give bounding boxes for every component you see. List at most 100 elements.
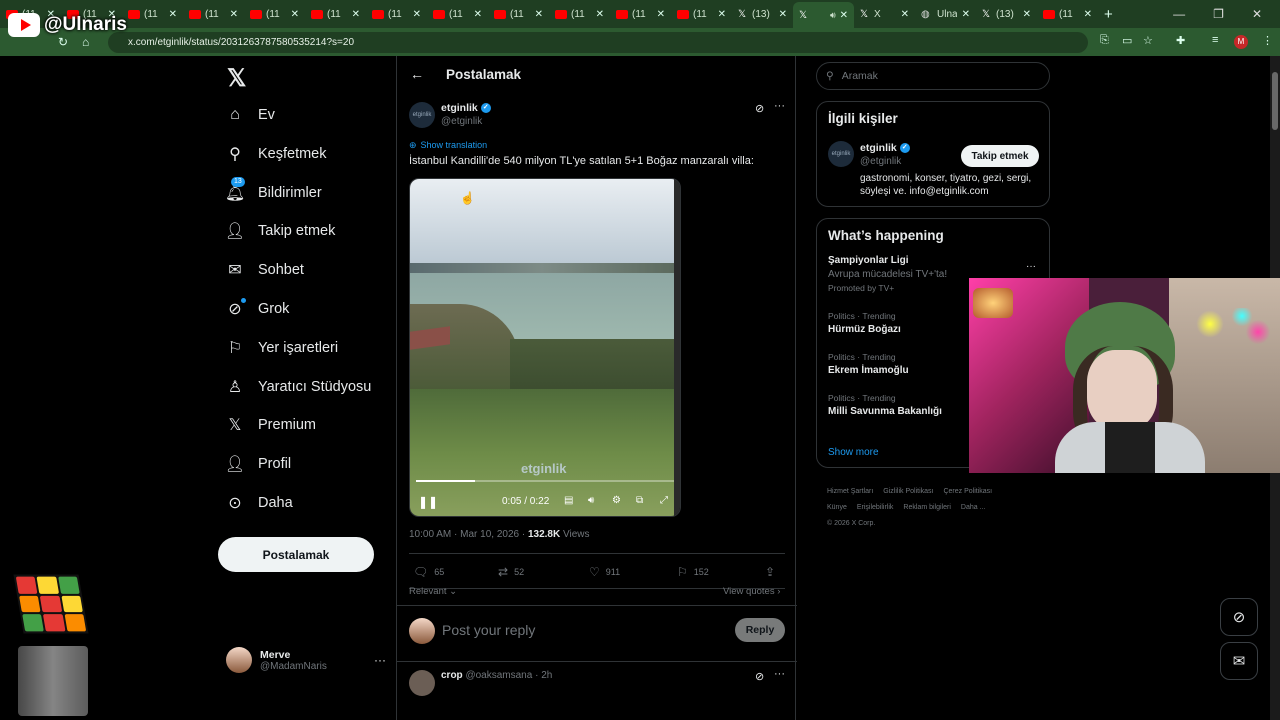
repost-action[interactable]: ⇄ 52 bbox=[498, 565, 524, 579]
browser-tab[interactable]: 𝕏 (13) ✕ bbox=[732, 3, 793, 25]
close-tab-icon[interactable]: ✕ bbox=[779, 9, 787, 20]
back-arrow-icon[interactable]: ← bbox=[410, 66, 424, 82]
close-tab-icon[interactable]: ✕ bbox=[230, 9, 238, 20]
x-logo-icon[interactable]: 𝕏 bbox=[227, 64, 246, 93]
footer-link[interactable]: Daha ... bbox=[961, 504, 986, 511]
close-tab-icon[interactable]: ✕ bbox=[352, 9, 360, 20]
share-action[interactable]: ⇪ bbox=[765, 565, 775, 579]
related-handle[interactable]: @etginlik bbox=[860, 156, 901, 167]
picture-in-picture-icon[interactable]: ⧉ bbox=[636, 495, 643, 506]
captions-icon[interactable]: ▤ bbox=[564, 495, 573, 506]
browser-tab[interactable]: (11 ✕ bbox=[488, 3, 549, 25]
tab-audio-icon[interactable]: 🔊︎ bbox=[830, 10, 836, 21]
new-tab-icon[interactable]: + bbox=[1104, 6, 1113, 23]
nav-item-x[interactable]: 𝕏 Premium bbox=[226, 411, 316, 439]
view-quotes-link[interactable]: View quotes › bbox=[723, 586, 780, 597]
more-options-icon[interactable]: ··· bbox=[774, 100, 785, 112]
minimize-icon[interactable]: — bbox=[1173, 7, 1185, 21]
browser-tab[interactable]: (11 ✕ bbox=[427, 3, 488, 25]
account-switcher[interactable]: Merve @MadamNaris ··· bbox=[226, 642, 386, 678]
author-avatar[interactable]: etginlik bbox=[409, 102, 435, 128]
nav-item-studio[interactable]: ♙ Yaratıcı Stüdyosu bbox=[226, 373, 372, 401]
url-field[interactable]: x.com/etginlik/status/203126378758053521… bbox=[108, 32, 1088, 53]
footer-link[interactable]: © 2026 X Corp. bbox=[827, 520, 875, 527]
related-avatar[interactable]: etginlik bbox=[828, 141, 854, 167]
footer-link[interactable]: Künye bbox=[827, 504, 847, 511]
trend-item[interactable]: Şampiyonlar Ligi bbox=[828, 255, 909, 266]
browser-tab[interactable]: (11 ✕ bbox=[122, 3, 183, 25]
post-timestamp[interactable]: 10:00 AM · Mar 10, 2026 · bbox=[409, 529, 528, 540]
more-options-icon[interactable]: ··· bbox=[1026, 261, 1036, 272]
reply-input[interactable]: Post your reply bbox=[442, 622, 535, 638]
author-handle[interactable]: @etginlik bbox=[441, 116, 482, 127]
messages-float-button[interactable]: ✉ bbox=[1220, 642, 1258, 680]
browser-tab[interactable]: (11 ✕ bbox=[366, 3, 427, 25]
reply-author-avatar[interactable] bbox=[409, 670, 435, 696]
profile-avatar[interactable]: M bbox=[1234, 35, 1248, 49]
related-name[interactable]: etginlik ✓ bbox=[860, 142, 910, 154]
browser-tab[interactable]: ◍ Ulna ✕ bbox=[915, 3, 976, 25]
trend-item[interactable]: Ekrem İmamoğlu bbox=[828, 365, 909, 376]
close-tab-icon[interactable]: ✕ bbox=[962, 9, 970, 20]
grok-icon[interactable]: ⊘ bbox=[755, 670, 764, 683]
more-options-icon[interactable]: ··· bbox=[774, 668, 785, 680]
footer-link[interactable]: Hizmet Şartları bbox=[827, 488, 873, 495]
browser-tab[interactable]: (11 ✕ bbox=[610, 3, 671, 25]
extensions-icon[interactable]: ✚ bbox=[1176, 34, 1185, 47]
grok-float-button[interactable]: ⊘ bbox=[1220, 598, 1258, 636]
close-tab-icon[interactable]: ✕ bbox=[718, 9, 726, 20]
show-translation-link[interactable]: ⊕ Show translation bbox=[409, 140, 487, 151]
nav-item-search[interactable]: ⚲ Keşfetmek bbox=[226, 140, 326, 168]
video-progress-bar[interactable] bbox=[416, 480, 674, 482]
bookmark-star-icon[interactable]: ☆ bbox=[1143, 34, 1153, 47]
browser-tab[interactable]: (11 ✕ bbox=[183, 3, 244, 25]
close-window-icon[interactable]: ✕ bbox=[1252, 7, 1262, 21]
follow-button[interactable]: Takip etmek bbox=[961, 145, 1039, 167]
nav-item-grok[interactable]: ⊘ Grok bbox=[226, 295, 289, 323]
grok-icon[interactable]: ⊘ bbox=[755, 102, 764, 115]
volume-icon[interactable]: 🔊︎ bbox=[588, 495, 594, 506]
close-tab-icon[interactable]: ✕ bbox=[657, 9, 665, 20]
close-tab-icon[interactable]: ✕ bbox=[901, 9, 909, 20]
pause-icon[interactable]: ❚❚ bbox=[418, 495, 438, 509]
fullscreen-icon[interactable]: ⤢ bbox=[660, 495, 668, 506]
browser-tab[interactable]: 𝕏 X ✕ bbox=[854, 3, 915, 25]
nav-item-mail[interactable]: ✉ Sohbet bbox=[226, 256, 304, 284]
maximize-icon[interactable]: ❐ bbox=[1213, 7, 1224, 21]
show-more-link[interactable]: Show more bbox=[828, 447, 879, 458]
close-tab-icon[interactable]: ✕ bbox=[413, 9, 421, 20]
close-tab-icon[interactable]: ✕ bbox=[169, 9, 177, 20]
browser-tab[interactable]: (11 ✕ bbox=[671, 3, 732, 25]
reply-author[interactable]: crop @oaksamsana · 2h bbox=[441, 670, 552, 681]
settings-gear-icon[interactable]: ⚙ bbox=[612, 495, 621, 506]
post-button[interactable]: Postalamak bbox=[218, 537, 374, 572]
close-tab-icon[interactable]: ✕ bbox=[1084, 9, 1092, 20]
nav-item-profile[interactable]: 👤︎ Profil bbox=[225, 450, 291, 478]
like-action[interactable]: ♡ 911 bbox=[589, 565, 620, 579]
close-tab-icon[interactable]: ✕ bbox=[535, 9, 543, 20]
video-player[interactable]: etginlik ☝ ❚❚ 0:05 / 0:22 ▤ 🔊︎ ⚙ ⧉ ⤢ bbox=[409, 178, 681, 517]
nav-item-bookmark[interactable]: ⚐ Yer işaretleri bbox=[226, 334, 338, 362]
trend-item[interactable]: Hürmüz Boğazı bbox=[828, 324, 901, 335]
trend-item[interactable]: Milli Savunma Bakanlığı bbox=[828, 406, 942, 417]
menu-dots-icon[interactable]: ⋮ bbox=[1262, 34, 1273, 47]
search-input[interactable]: ⚲ Aramak bbox=[816, 62, 1050, 90]
close-tab-icon[interactable]: ✕ bbox=[291, 9, 299, 20]
close-tab-icon[interactable]: ✕ bbox=[596, 9, 604, 20]
nav-item-follow[interactable]: 👤︎ Takip etmek bbox=[225, 217, 336, 245]
bookmark-action[interactable]: ⚐ 152 bbox=[677, 565, 709, 579]
footer-link[interactable]: Reklam bilgileri bbox=[903, 504, 950, 511]
close-tab-icon[interactable]: ✕ bbox=[840, 10, 848, 21]
browser-tab[interactable]: 𝕏 (13) ✕ bbox=[976, 3, 1037, 25]
browser-tab[interactable]: (11 ✕ bbox=[305, 3, 366, 25]
nav-item-home[interactable]: ⌂ Ev bbox=[226, 101, 275, 129]
author-name[interactable]: etginlik ✓ bbox=[441, 102, 491, 114]
browser-tab[interactable]: (11 ✕ bbox=[244, 3, 305, 25]
reply-action[interactable]: 🗨︎ 65 bbox=[413, 565, 444, 579]
reading-list-icon[interactable]: ≡ bbox=[1212, 34, 1218, 46]
browser-tab[interactable]: (11 ✕ bbox=[1037, 3, 1098, 25]
reply-button[interactable]: Reply bbox=[735, 618, 785, 642]
browser-tab[interactable]: (11 ✕ bbox=[549, 3, 610, 25]
nav-item-bell[interactable]: 🔔︎ 13 Bildirimler bbox=[225, 176, 322, 207]
footer-link[interactable]: Gizlilik Politikası bbox=[883, 488, 933, 495]
